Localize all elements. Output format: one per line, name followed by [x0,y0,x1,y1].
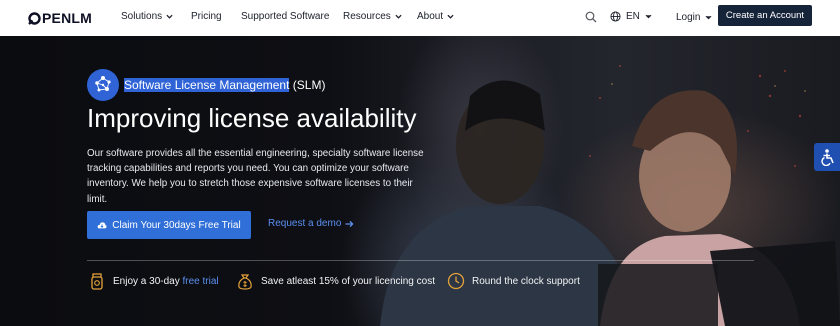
nav-about-label: About [417,11,444,22]
logo-o-icon [28,11,41,25]
nav-pricing-label: Pricing [191,11,222,22]
tagline-highlight: Software License Management [124,78,290,92]
free-trial-button[interactable]: Claim Your 30days Free Trial [87,211,251,239]
hero-headline: Improving license availability [87,103,417,133]
money-bag-icon [238,274,252,290]
nav-supported-software-label: Supported Software [241,11,330,22]
chevron-down-icon [645,14,652,19]
feature-divider [87,260,754,261]
accessibility-button[interactable] [814,143,840,171]
accessibility-icon [821,149,834,166]
feature-free-trial-text: Enjoy a 30-day free trial [113,276,219,287]
language-selector[interactable]: EN [610,11,652,22]
nav-about[interactable]: About [417,11,454,22]
feature-savings: Save atleast 15% of your licencing cost [236,272,435,290]
openlm-logo[interactable]: PENLM [28,9,92,27]
globe-icon [610,11,621,22]
chevron-down-icon [166,14,173,19]
chevron-down-icon [447,14,454,19]
free-trial-label: Claim Your 30days Free Trial [112,219,241,231]
arrow-right-icon [345,220,354,227]
nav-resources[interactable]: Resources [343,11,402,22]
network-dots-icon [95,76,111,92]
hero-section: Software License Management (SLM) Improv… [0,36,840,326]
create-account-button[interactable]: Create an Account [718,5,812,26]
nav-solutions[interactable]: Solutions [121,11,173,22]
request-demo-label: Request a demo [268,218,342,229]
language-label: EN [626,11,640,22]
slm-logo-badge [87,69,119,101]
coin-jar-icon [91,273,103,290]
cloud-download-icon [97,221,107,228]
free-trial-link[interactable]: free trial [183,276,219,287]
chevron-down-icon [395,14,402,19]
feature-free-trial: Enjoy a 30-day free trial [88,272,219,290]
login-menu[interactable]: Login [676,12,712,23]
search-icon[interactable] [585,11,597,23]
brand-name: PENLM [42,10,92,26]
nav-supported-software[interactable]: Supported Software [241,11,329,22]
nav-pricing[interactable]: Pricing [191,11,222,22]
feature-savings-label: Save atleast 15% of your licencing cost [261,275,435,287]
nav-resources-label: Resources [343,11,391,22]
product-tagline: Software License Management (SLM) [124,78,325,92]
tagline-suffix: (SLM) [289,78,326,92]
feature-free-trial-label: Enjoy a 30-day [113,275,183,287]
feature-support-label: Round the clock support [472,275,580,287]
top-navigation: PENLM Solutions Pricing Supported Softwa… [0,0,840,36]
feature-support: Round the clock support [447,272,580,290]
login-label: Login [676,12,701,23]
hero-description: Our software provides all the essential … [87,148,424,205]
nav-solutions-label: Solutions [121,11,163,22]
request-demo-link[interactable]: Request a demo [268,218,354,229]
chevron-down-icon [706,15,712,20]
clock-support-icon [447,272,465,290]
